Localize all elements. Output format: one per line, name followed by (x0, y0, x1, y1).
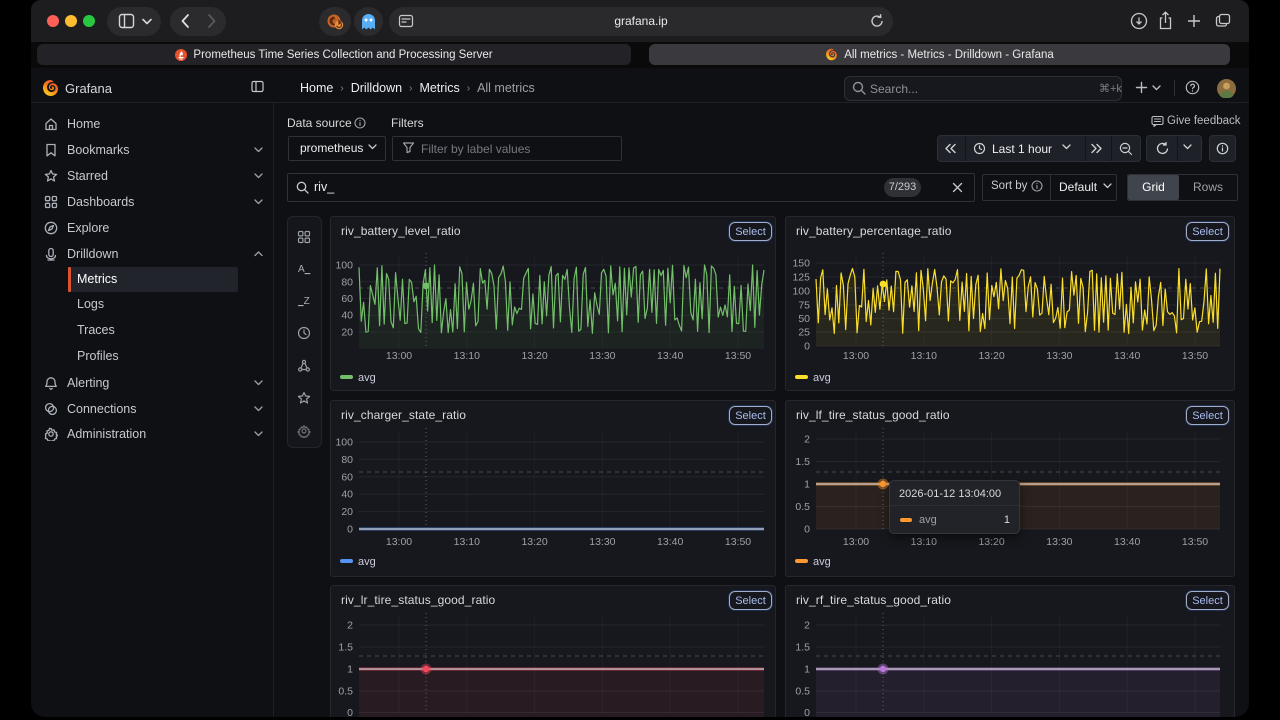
svg-text:13:10: 13:10 (454, 350, 480, 362)
svg-text:13:50: 13:50 (725, 350, 751, 362)
svg-text:13:30: 13:30 (589, 536, 615, 548)
svg-text:50: 50 (798, 313, 810, 325)
svg-text:1.5: 1.5 (795, 456, 810, 468)
svg-text:100: 100 (792, 286, 810, 298)
svg-text:100: 100 (335, 437, 353, 449)
svg-text:0.5: 0.5 (338, 686, 353, 698)
svg-text:25: 25 (798, 327, 810, 339)
svg-text:2: 2 (804, 620, 810, 632)
svg-text:13:10: 13:10 (911, 350, 937, 362)
svg-text:2: 2 (347, 620, 353, 632)
svg-text:1: 1 (804, 479, 810, 491)
svg-text:60: 60 (341, 471, 353, 483)
svg-text:13:40: 13:40 (1114, 350, 1140, 362)
svg-text:13:20: 13:20 (521, 536, 547, 548)
svg-text:13:50: 13:50 (1182, 536, 1208, 548)
svg-text:13:00: 13:00 (386, 350, 412, 362)
svg-text:13:50: 13:50 (725, 536, 751, 548)
svg-text:13:30: 13:30 (1046, 350, 1072, 362)
svg-text:100: 100 (335, 260, 353, 272)
svg-text:13:00: 13:00 (843, 536, 869, 548)
svg-text:avg: avg (358, 372, 376, 384)
svg-text:13:40: 13:40 (657, 536, 683, 548)
svg-text:avg: avg (358, 556, 376, 568)
svg-text:0: 0 (804, 524, 810, 536)
svg-text:125: 125 (792, 272, 810, 284)
svg-text:20: 20 (341, 506, 353, 518)
svg-text:80: 80 (341, 276, 353, 288)
svg-text:80: 80 (341, 454, 353, 466)
svg-text:avg: avg (813, 556, 831, 568)
svg-text:150: 150 (792, 258, 810, 270)
svg-text:2: 2 (804, 434, 810, 446)
svg-text:20: 20 (341, 327, 353, 339)
svg-text:13:20: 13:20 (978, 350, 1004, 362)
svg-text:1.5: 1.5 (338, 642, 353, 654)
svg-text:13:10: 13:10 (911, 536, 937, 548)
svg-text:13:40: 13:40 (1114, 536, 1140, 548)
svg-text:0.5: 0.5 (795, 686, 810, 698)
svg-text:1: 1 (347, 664, 353, 676)
svg-text:13:20: 13:20 (978, 536, 1004, 548)
svg-text:0: 0 (804, 707, 810, 717)
svg-text:13:40: 13:40 (657, 350, 683, 362)
svg-text:60: 60 (341, 293, 353, 305)
svg-text:0.5: 0.5 (795, 501, 810, 513)
svg-text:13:00: 13:00 (843, 350, 869, 362)
svg-text:1.5: 1.5 (795, 642, 810, 654)
svg-text:13:10: 13:10 (454, 536, 480, 548)
svg-text:13:30: 13:30 (589, 350, 615, 362)
svg-text:13:00: 13:00 (386, 536, 412, 548)
svg-text:13:30: 13:30 (1046, 536, 1072, 548)
svg-text:0: 0 (347, 707, 353, 717)
svg-text:avg: avg (813, 372, 831, 384)
svg-text:0: 0 (804, 341, 810, 353)
svg-text:13:50: 13:50 (1182, 350, 1208, 362)
svg-text:40: 40 (341, 489, 353, 501)
svg-text:40: 40 (341, 310, 353, 322)
svg-text:75: 75 (798, 300, 810, 312)
svg-text:1: 1 (804, 664, 810, 676)
svg-text:13:20: 13:20 (521, 350, 547, 362)
svg-text:0: 0 (347, 524, 353, 536)
